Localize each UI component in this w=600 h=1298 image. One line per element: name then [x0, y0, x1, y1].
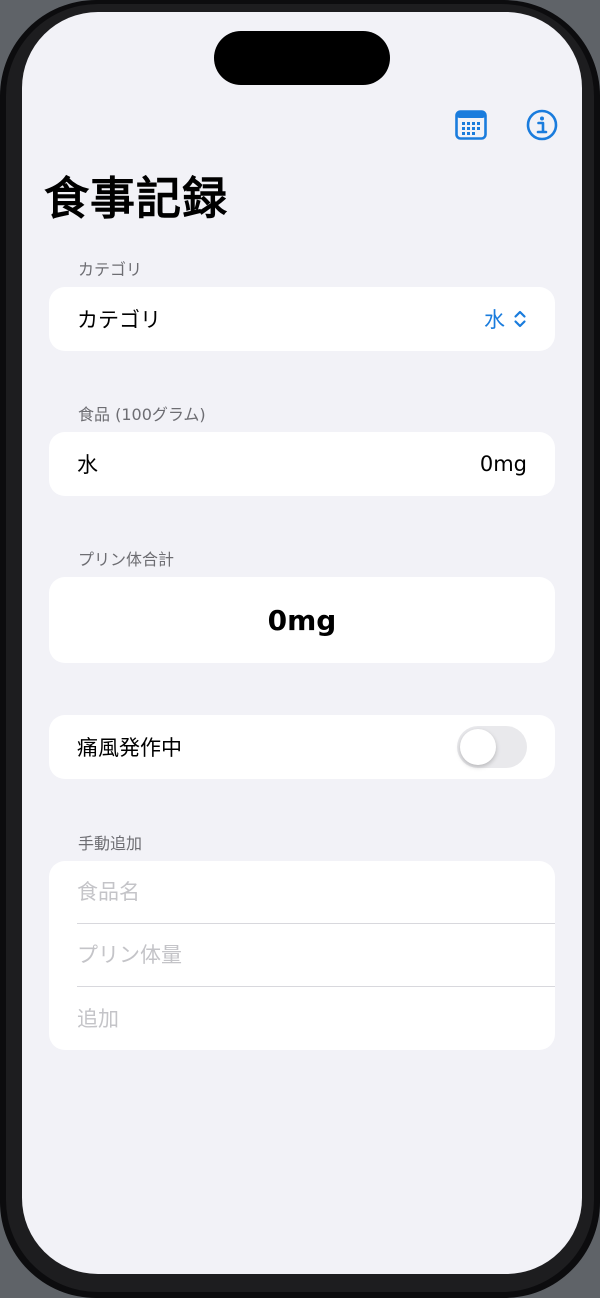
food-card: 水 0mg	[49, 432, 555, 496]
calendar-icon	[455, 110, 487, 140]
total-purine-value: 0mg	[267, 603, 337, 637]
food-item-name: 水	[77, 453, 98, 477]
food-item-value: 0mg	[479, 452, 527, 476]
purine-amount-row	[77, 924, 555, 987]
category-label: カテゴリ	[77, 308, 161, 332]
page-title: 食事記録	[44, 172, 229, 225]
food-name-input[interactable]	[77, 880, 555, 904]
category-card: カテゴリ 水	[49, 287, 555, 351]
add-input[interactable]	[77, 1006, 555, 1031]
gout-row: 痛風発作中	[49, 715, 555, 779]
chevron-updown-icon	[514, 310, 526, 328]
gout-card: 痛風発作中	[49, 715, 555, 779]
manual-section-header: 手動追加	[78, 834, 143, 853]
gout-toggle[interactable]	[457, 726, 527, 768]
category-selected-value: 水	[484, 308, 505, 332]
manual-card	[49, 861, 555, 1050]
category-picker[interactable]: 水	[484, 304, 527, 334]
dynamic-island	[214, 31, 390, 85]
info-button[interactable]	[525, 108, 559, 142]
category-section-header: カテゴリ	[78, 260, 143, 279]
total-section-header: プリン体合計	[78, 550, 175, 569]
food-section-header: 食品 (100グラム)	[78, 405, 206, 424]
info-circle-icon	[526, 109, 558, 141]
food-row[interactable]: 水 0mg	[49, 432, 555, 496]
category-row: カテゴリ 水	[49, 287, 555, 351]
add-row	[77, 987, 555, 1050]
toggle-knob	[460, 729, 496, 765]
purine-amount-input[interactable]	[77, 943, 555, 967]
calendar-button[interactable]	[454, 108, 488, 142]
gout-label: 痛風発作中	[77, 736, 182, 760]
app-screen: 食事記録 カテゴリ カテゴリ 水 食品 (100グラム) 水 0mg プリン体合…	[22, 12, 582, 1274]
food-name-row	[77, 861, 555, 924]
total-card: 0mg	[49, 577, 555, 663]
